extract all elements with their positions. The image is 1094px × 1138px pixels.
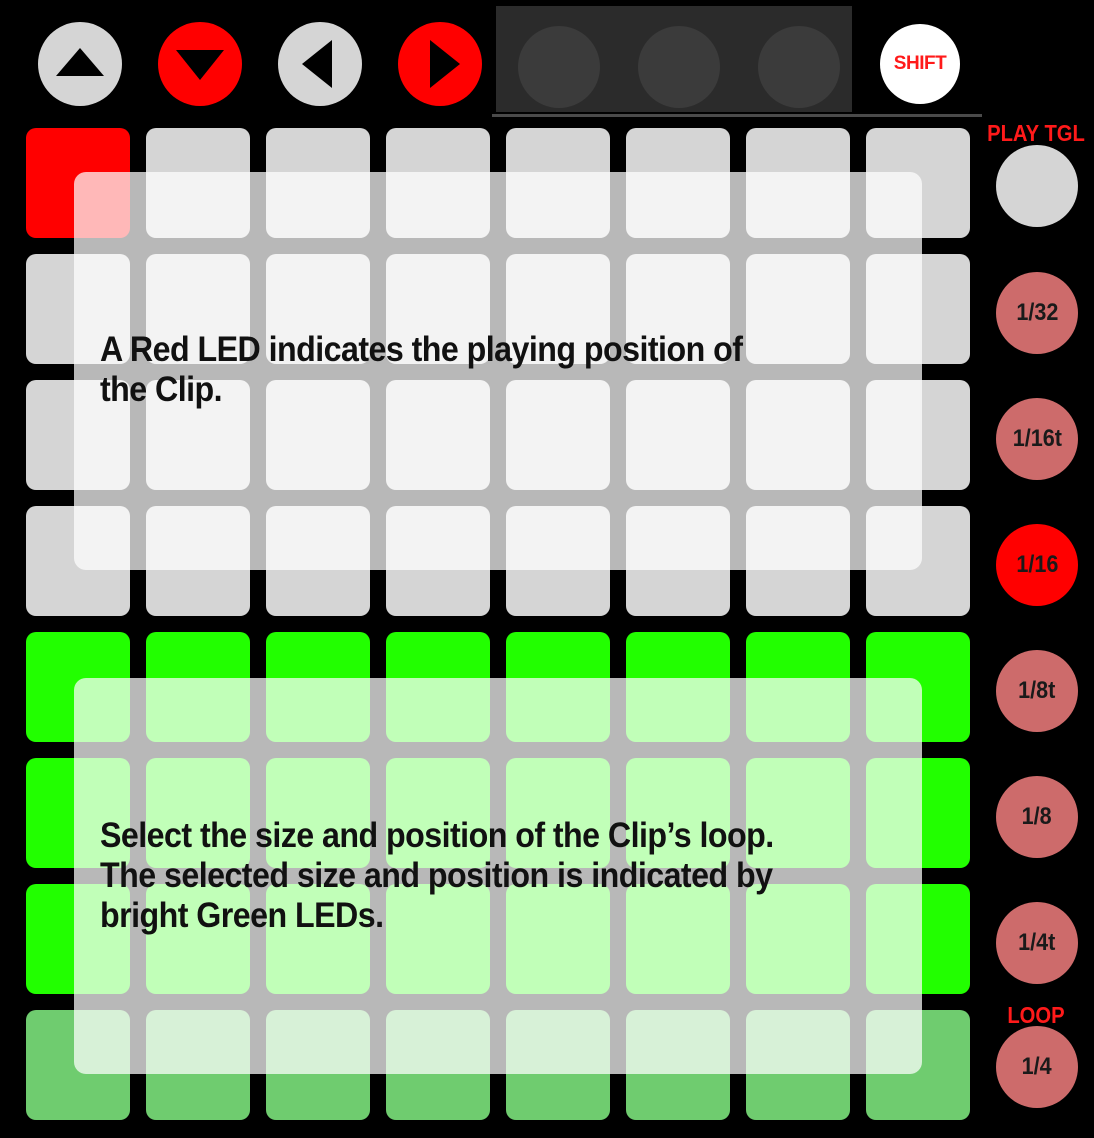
play-toggle-label: PLAY TGL [987,120,1085,146]
scene-button-8[interactable]: 1/4 [996,1026,1078,1108]
inactive-round-button [518,26,600,108]
up-arrow-button[interactable] [38,22,122,106]
left-arrow-button[interactable] [278,22,362,106]
inactive-round-button [758,26,840,108]
scene-button-6[interactable]: 1/8 [996,776,1078,858]
playing-position-note: A Red LED indicates the playing position… [100,330,743,409]
inactive-buttons-panel [496,6,852,112]
scene-button-label: 1/8t [1018,677,1056,704]
scene-button-label: 1/16 [1015,551,1059,578]
shift-label: SHIFT [893,53,947,74]
triangle-right-icon [430,40,460,88]
scene-button-7[interactable]: 1/4t [996,902,1078,984]
launchpad-controller: SHIFT A Red LED indicates the playing po… [0,0,1094,1138]
triangle-down-icon [176,50,224,80]
scene-button-3[interactable]: 1/16t [996,398,1078,480]
play-toggle-button[interactable] [996,145,1078,227]
loop-label: LOOP [1007,1002,1065,1028]
shift-button[interactable]: SHIFT [880,24,960,104]
scene-button-2[interactable]: 1/32 [996,272,1078,354]
scene-button-label: 1/32 [1015,299,1059,326]
divider [492,114,982,117]
scene-button-4[interactable]: 1/16 [996,524,1078,606]
scene-button-label: 1/8 [1021,803,1053,830]
triangle-up-icon [56,48,104,76]
triangle-left-icon [302,40,332,88]
scene-button-label: 1/4 [1021,1053,1053,1080]
inactive-round-button [638,26,720,108]
right-arrow-button[interactable] [398,22,482,106]
down-arrow-button[interactable] [158,22,242,106]
scene-button-label: 1/4t [1018,929,1056,956]
scene-button-label: 1/16t [1012,425,1062,452]
loop-selection-note: Select the size and position of the Clip… [100,816,774,935]
scene-button-5[interactable]: 1/8t [996,650,1078,732]
